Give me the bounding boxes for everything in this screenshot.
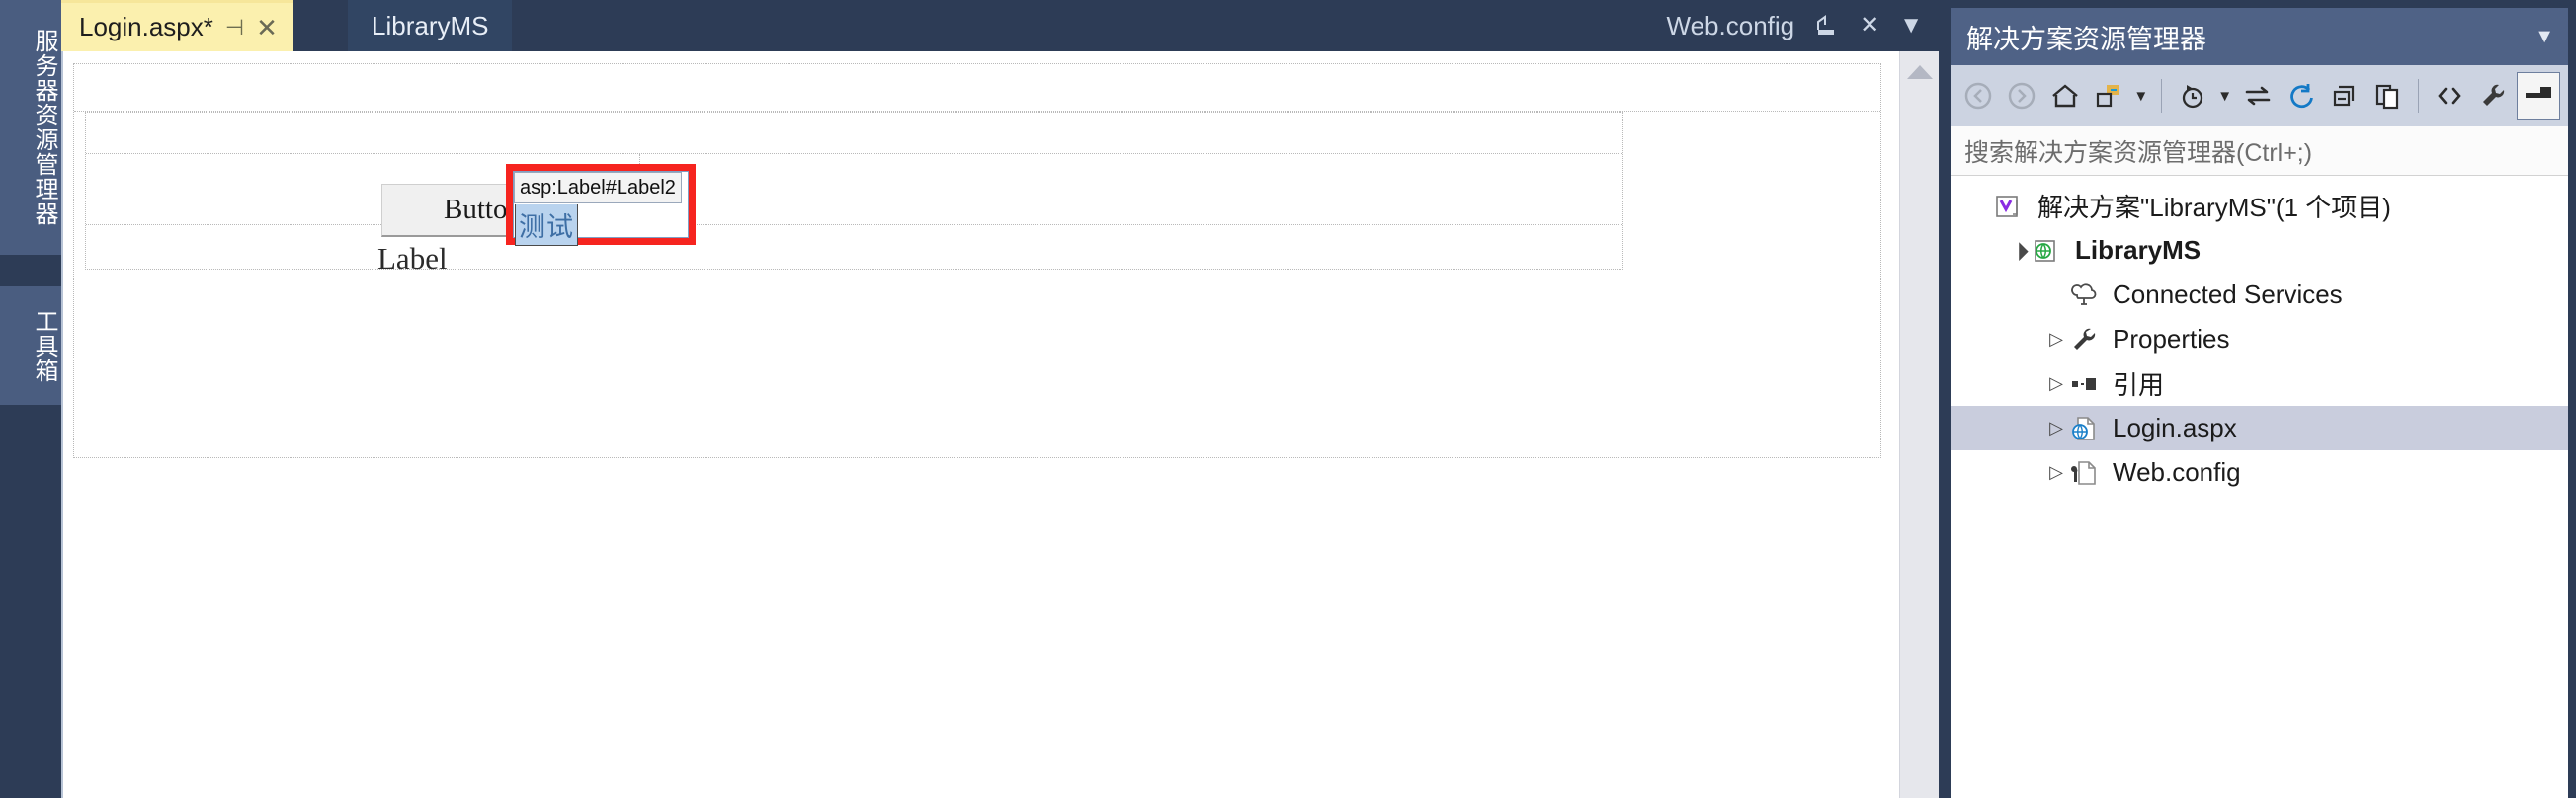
search-placeholder: 搜索解决方案资源管理器(Ctrl+;) [1964, 138, 2313, 167]
selected-label-highlight: asp:Label#Label2 测试 [506, 164, 696, 246]
solution-explorer-title: 解决方案资源管理器 [1966, 24, 2206, 54]
connected-services-icon [2069, 282, 2107, 308]
tree-item-label: Connected Services [2113, 279, 2343, 309]
home-icon[interactable] [2045, 73, 2085, 119]
config-file-icon [2069, 460, 2107, 486]
tree-item-label: Login.aspx [2113, 413, 2237, 442]
webconfig-tab-label[interactable]: Web.config [1667, 11, 1795, 41]
refresh-icon[interactable] [2282, 73, 2321, 119]
sidebar-tab-server-explorer[interactable]: 服务器资源管理器 [0, 0, 61, 255]
scroll-up-arrow[interactable] [1906, 65, 1933, 79]
code-icon[interactable] [2430, 73, 2469, 119]
preview-icon[interactable] [2517, 72, 2560, 120]
editor-tab-strip: Login.aspx* ⊣ ✕ LibraryMS Web.config ✕ ▼ [61, 0, 1939, 51]
expand-arrow-expanded-icon[interactable]: ◢ [2003, 234, 2036, 267]
tree-item-label: Web.config [2113, 457, 2241, 487]
expand-arrow-collapsed-icon[interactable]: ▷ [2043, 418, 2069, 439]
solution-tree: 解决方案"LibraryMS"(1 个项目) ◢ LibraryMS Connecte… [1951, 176, 2568, 798]
forward-button[interactable] [2002, 73, 2041, 119]
tab-libraryms[interactable]: LibraryMS [348, 0, 513, 51]
asp-label2-text[interactable]: 测试 [515, 204, 578, 246]
tree-item-libraryms[interactable]: ◢ LibraryMS [1951, 228, 2568, 273]
back-button[interactable] [1958, 73, 1998, 119]
pin-icon[interactable]: ⊣ [225, 16, 244, 39]
tree-item-label: 解决方案"LibraryMS"(1 个项目) [2037, 193, 2391, 222]
tree-item-label: 引用 [2113, 370, 2165, 400]
asp-label2-control[interactable]: asp:Label#Label2 测试 [513, 171, 689, 246]
asp-label1-control[interactable]: Label [377, 241, 448, 277]
sidebar-tab-server-explorer-label: 服务器资源管理器 [31, 29, 57, 226]
search-input[interactable]: 搜索解决方案资源管理器(Ctrl+;) [1951, 126, 2568, 176]
close-icon[interactable]: ✕ [1860, 14, 1879, 38]
solution-icon [1994, 194, 2032, 219]
toolbar-separator [2418, 79, 2420, 113]
designer-vertical-scrollbar[interactable] [1899, 51, 1939, 798]
restore-window-icon[interactable] [1814, 14, 1840, 38]
tab-login-aspx[interactable]: Login.aspx* ⊣ ✕ [61, 0, 293, 51]
web-project-icon [2032, 238, 2069, 264]
wrench-icon [2069, 327, 2107, 353]
solution-explorer-titlebar: 解决方案资源管理器 ▼ [1951, 8, 2568, 65]
tree-item-login-aspx[interactable]: ▷ Login.aspx [1951, 406, 2568, 450]
control-tag-badge[interactable]: asp:Label#Label2 [514, 172, 682, 203]
sidebar-tab-toolbox[interactable]: 工具箱 [0, 286, 61, 405]
designer-outer-table [73, 63, 1881, 458]
tree-item-web-config[interactable]: ▷ Web.config [1951, 450, 2568, 495]
visual-studio-window: 服务器资源管理器 工具箱 Login.aspx* ⊣ ✕ LibraryMS W… [0, 0, 2576, 798]
solution-explorer-toolbar: ▼ ▼ [1951, 65, 2568, 126]
designer-inner-row-1 [86, 113, 1622, 154]
tab-login-aspx-label: Login.aspx* [79, 12, 213, 41]
close-icon[interactable]: ✕ [256, 15, 278, 40]
sidebar-tab-toolbox-label: 工具箱 [31, 308, 57, 383]
documents-icon[interactable] [2368, 73, 2408, 119]
web-forms-designer-surface[interactable]: Button asp:Label#Label2 测试 Label [61, 51, 1939, 798]
chevron-down-icon[interactable]: ▼ [2216, 88, 2234, 105]
solution-explorer-inner: 解决方案资源管理器 ▼ ▼ ▼ 搜索解决方案资源管理器(Ctrl+;) 解决方案… [1951, 8, 2568, 798]
web-file-icon [2069, 416, 2107, 441]
sync-icon[interactable] [2238, 73, 2278, 119]
tree-item-label: Properties [2113, 324, 2230, 354]
tab-strip-right-controls: Web.config ✕ ▼ [1667, 0, 1939, 51]
chevron-down-icon[interactable]: ▼ [2132, 88, 2150, 105]
expand-arrow-collapsed-icon[interactable]: ▷ [2043, 373, 2069, 394]
designer-inner-row-2 [86, 154, 1622, 225]
tab-libraryms-label: LibraryMS [372, 10, 489, 40]
wrench-icon[interactable] [2473, 73, 2513, 119]
expand-arrow-collapsed-icon[interactable]: ▷ [2043, 462, 2069, 483]
tree-item-properties[interactable]: ▷ Properties [1951, 317, 2568, 361]
collapse-icon[interactable] [2325, 73, 2365, 119]
designer-inner-table [85, 112, 1623, 270]
left-dock: 服务器资源管理器 工具箱 [0, 0, 61, 798]
tree-item-connected-services[interactable]: Connected Services [1951, 273, 2568, 317]
solution-explorer-panel: 解决方案资源管理器 ▼ ▼ ▼ 搜索解决方案资源管理器(Ctrl+;) 解决方案… [1939, 0, 2576, 798]
asp-label1-text: Label [377, 241, 448, 276]
references-icon [2069, 371, 2107, 397]
folder-icon[interactable] [2089, 73, 2128, 119]
designer-table-row-top [74, 64, 1880, 112]
expand-arrow-collapsed-icon[interactable]: ▷ [2043, 329, 2069, 350]
tree-item-[interactable]: ▷ 引用 [1951, 361, 2568, 406]
tree-item-libraryms-1[interactable]: 解决方案"LibraryMS"(1 个项目) [1951, 184, 2568, 228]
chevron-down-icon[interactable]: ▼ [1899, 14, 1923, 38]
clock-icon[interactable] [2173, 73, 2212, 119]
tree-item-label: LibraryMS [2075, 235, 2202, 265]
toolbar-separator [2160, 79, 2162, 113]
chevron-down-icon[interactable]: ▼ [2534, 26, 2554, 48]
